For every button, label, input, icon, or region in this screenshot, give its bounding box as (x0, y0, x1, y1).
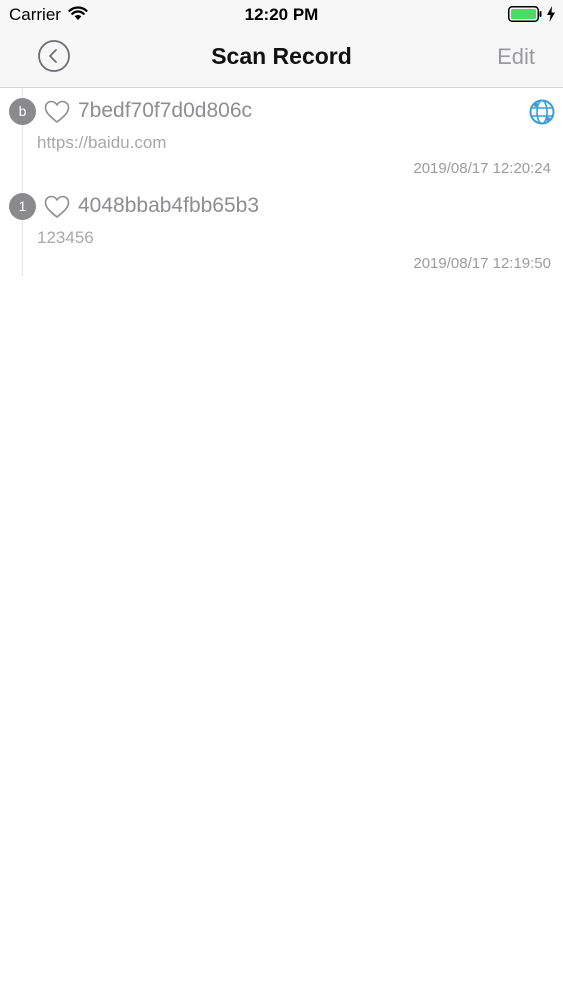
record-timestamp: 2019/08/17 12:20:24 (413, 160, 551, 177)
edit-button[interactable]: Edit (497, 44, 535, 70)
globe-icon[interactable] (529, 99, 555, 125)
battery-full-icon (508, 6, 542, 22)
heart-outline-icon[interactable] (44, 195, 70, 219)
record-type-badge: 1 (9, 193, 36, 220)
record-type-badge: b (9, 98, 36, 125)
record-content: 123456 (37, 228, 94, 247)
record-title: 7bedf70f7d0d806c (78, 99, 252, 122)
status-time: 12:20 PM (244, 5, 319, 24)
scan-record-list: b 7bedf70f7d0d806c https://baidu.com 201… (0, 88, 563, 278)
record-title: 4048bbab4fbb65b3 (78, 194, 260, 217)
heart-outline-icon[interactable] (44, 100, 70, 124)
record-timestamp: 2019/08/17 12:19:50 (413, 255, 551, 272)
record-item[interactable]: 1 4048bbab4fbb65b3 123456 2019/08/17 12:… (0, 183, 563, 278)
record-content: https://baidu.com (37, 133, 167, 152)
status-bar: Carrier 12:20 PM (0, 0, 563, 30)
charging-bolt-icon (547, 6, 555, 22)
page-title: Scan Record (211, 43, 352, 69)
record-item[interactable]: b 7bedf70f7d0d806c https://baidu.com 201… (0, 88, 563, 183)
screen: Carrier 12:20 PM Scan Record Edit b 7bed… (0, 0, 563, 1000)
navigation-bar: Scan Record Edit (0, 30, 563, 88)
